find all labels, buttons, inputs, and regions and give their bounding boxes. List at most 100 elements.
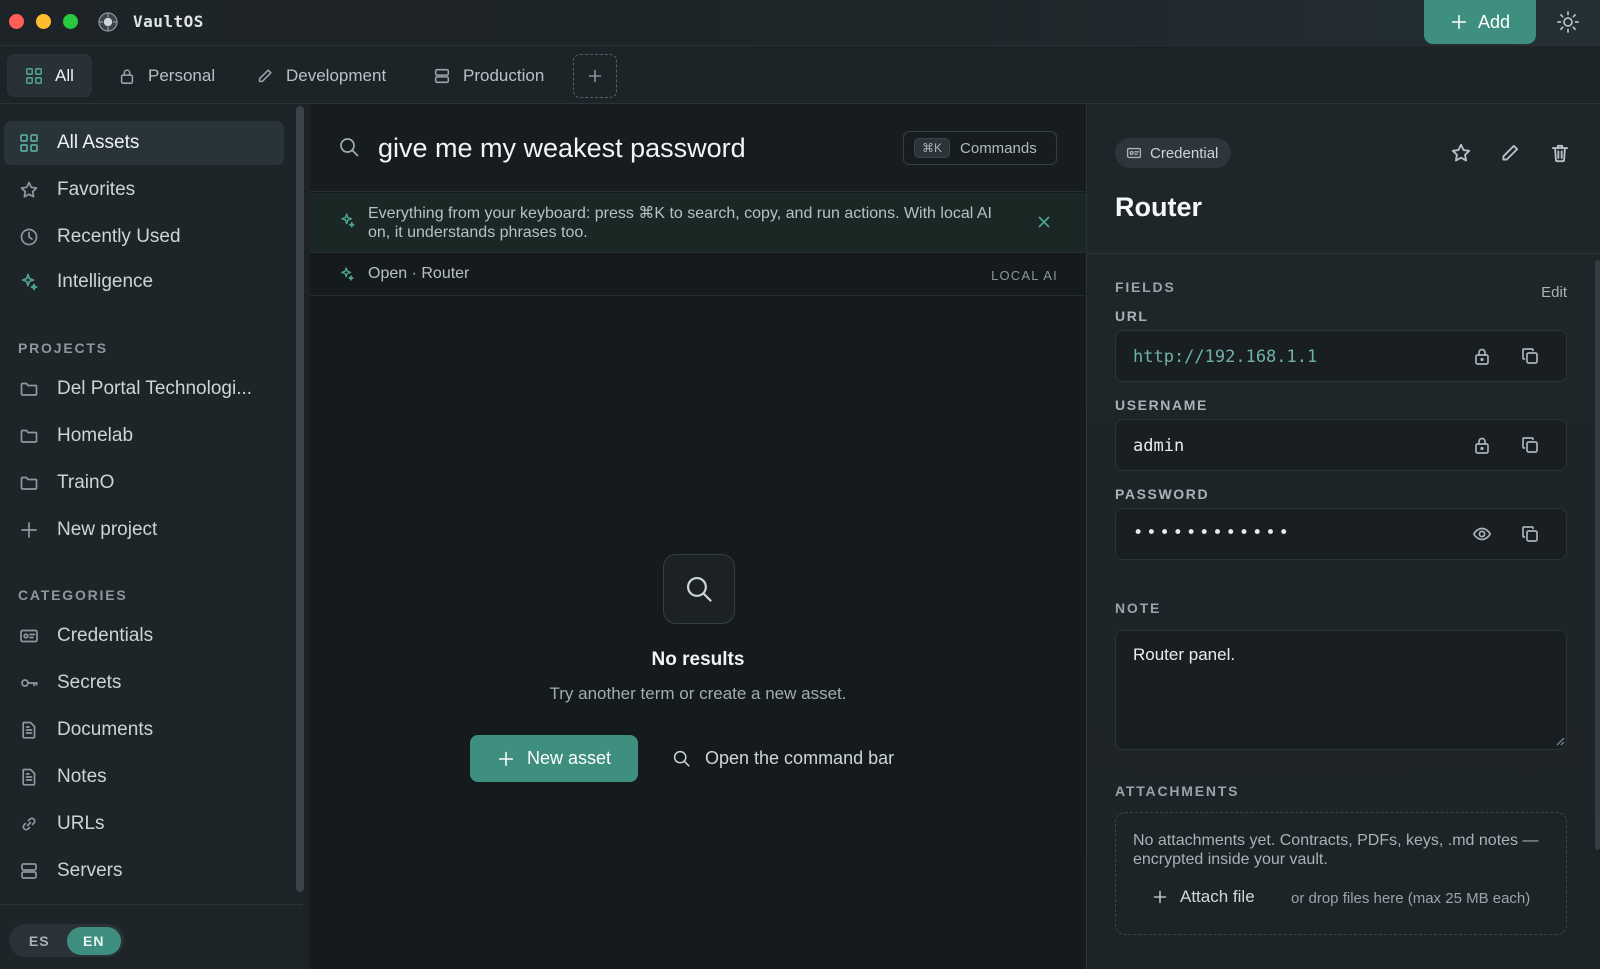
username-field[interactable]: admin	[1115, 419, 1567, 471]
plus-icon	[498, 751, 514, 766]
grid-icon	[26, 67, 42, 84]
close-icon[interactable]	[1036, 214, 1052, 230]
type-label: Credential	[1150, 144, 1219, 162]
resize-handle-icon[interactable]	[1556, 737, 1565, 746]
zoom-window-button[interactable]	[63, 14, 78, 29]
sidebar-item-recently-used[interactable]: Recently Used	[4, 215, 284, 259]
new-asset-label: New asset	[526, 748, 612, 768]
sidebar-item-project[interactable]: Homelab	[4, 414, 284, 458]
sidebar-item-servers[interactable]: Servers	[4, 849, 284, 893]
password-field[interactable]: ••••••••••••	[1115, 508, 1567, 560]
detail-scrollbar[interactable]	[1595, 260, 1600, 850]
tab-label: All	[55, 65, 74, 85]
sidebar-item-credentials[interactable]: Credentials	[4, 614, 284, 658]
app-title: VaultOS	[133, 12, 204, 31]
copy-icon[interactable]	[1520, 346, 1540, 366]
sidebar-item-all-assets[interactable]: All Assets	[4, 121, 284, 165]
search-input[interactable]	[378, 126, 878, 170]
local-ai-tag: LOCAL AI	[991, 268, 1058, 283]
tab-personal[interactable]: Personal	[100, 54, 233, 97]
sidebar-item-label: Del Portal Technologi...	[57, 378, 253, 399]
sidebar-item-label: URLs	[57, 813, 105, 834]
field-label: URL	[1115, 308, 1149, 324]
sun-icon[interactable]	[1556, 10, 1580, 34]
search-panel: ⌘K Commands Everything from your keyboar…	[310, 104, 1086, 969]
tab-label: Development	[286, 65, 387, 85]
url-field[interactable]: http://192.168.1.1	[1115, 330, 1567, 382]
attach-hint: or drop files here (max 25 MB each)	[1291, 890, 1531, 907]
sidebar-item-documents[interactable]: Documents	[4, 708, 284, 752]
sidebar-item-label: Servers	[57, 860, 123, 881]
copy-icon[interactable]	[1520, 435, 1540, 455]
minimize-window-button[interactable]	[36, 14, 51, 29]
sparkle-icon	[339, 266, 355, 282]
server-icon	[434, 68, 450, 83]
sidebar-item-intelligence[interactable]: Intelligence	[4, 260, 284, 304]
divider	[0, 904, 303, 905]
plus-icon	[1451, 14, 1467, 30]
tab-production[interactable]: Production	[415, 54, 562, 97]
sidebar-item-notes[interactable]: Notes	[4, 755, 284, 799]
field-label: USERNAME	[1115, 397, 1208, 413]
empty-state-title: No results	[651, 649, 745, 670]
sidebar: All Assets Favorites Recently Used Intel…	[0, 104, 304, 969]
add-button[interactable]: Add	[1424, 0, 1536, 44]
language-en[interactable]: EN	[66, 926, 121, 955]
copy-icon[interactable]	[1520, 524, 1540, 544]
lock-icon[interactable]	[1472, 435, 1492, 455]
search-icon	[338, 136, 360, 158]
star-icon	[20, 181, 38, 198]
sidebar-item-label: Favorites	[57, 179, 136, 200]
lock-icon	[120, 68, 134, 84]
title-bar: VaultOS Add	[0, 0, 1600, 46]
commands-label: Commands	[960, 139, 1037, 157]
plus-icon	[588, 69, 602, 83]
sidebar-scrollbar[interactable]	[296, 106, 304, 892]
sidebar-item-label: TrainO	[57, 472, 115, 493]
clock-icon	[20, 228, 38, 246]
shortcut-badge: ⌘K	[914, 138, 951, 158]
tab-all[interactable]: All	[7, 54, 92, 97]
username-value[interactable]: admin	[1133, 436, 1184, 456]
sidebar-item-label: All Assets	[57, 132, 140, 153]
close-window-button[interactable]	[9, 14, 24, 29]
vault-logo-icon	[96, 10, 120, 34]
commands-button[interactable]: ⌘K Commands	[903, 131, 1057, 165]
favorite-star-icon[interactable]	[1450, 142, 1472, 164]
language-toggle[interactable]: ES EN	[9, 924, 124, 957]
new-asset-button[interactable]: New asset	[470, 735, 638, 782]
language-es[interactable]: ES	[12, 927, 67, 955]
sidebar-item-urls[interactable]: URLs	[4, 802, 284, 846]
link-icon	[22, 817, 36, 831]
new-project-label: New project	[57, 519, 158, 540]
url-value[interactable]: http://192.168.1.1	[1133, 347, 1317, 367]
empty-state-subtitle: Try another term or create a new asset.	[549, 684, 847, 703]
field-label: PASSWORD	[1115, 486, 1210, 502]
open-command-label: Open the command bar	[705, 748, 895, 768]
sidebar-item-project[interactable]: TrainO	[4, 461, 284, 505]
note-textarea[interactable]: Router panel.	[1115, 630, 1567, 750]
edit-pencil-icon[interactable]	[1499, 142, 1521, 164]
new-project-button[interactable]: New project	[4, 508, 284, 552]
lock-icon[interactable]	[1472, 346, 1492, 366]
sparkle-icon	[21, 273, 38, 291]
eye-icon[interactable]	[1472, 524, 1492, 544]
asset-detail-panel: Credential Router FIELDS Edit URL http:/…	[1086, 104, 1600, 969]
empty-search-icon	[663, 554, 735, 624]
folder-icon	[20, 476, 38, 490]
fields-heading: FIELDS	[1115, 279, 1176, 295]
sidebar-item-secrets[interactable]: Secrets	[4, 661, 284, 705]
sidebar-item-project[interactable]: Del Portal Technologi...	[4, 367, 284, 411]
trash-icon[interactable]	[1549, 142, 1571, 164]
password-value[interactable]: ••••••••••••	[1133, 523, 1292, 543]
tab-development[interactable]: Development	[238, 54, 404, 97]
ai-suggestion-row[interactable]: Open · Router LOCAL AI	[310, 254, 1086, 296]
server-icon	[21, 863, 37, 879]
search-bar: ⌘K Commands	[310, 104, 1086, 192]
add-tab-button[interactable]	[573, 54, 617, 98]
attach-file-button[interactable]: Attach file	[1152, 887, 1255, 907]
attachment-dropzone[interactable]: No attachments yet. Contracts, PDFs, key…	[1115, 812, 1567, 935]
fields-edit-link[interactable]: Edit	[1541, 284, 1567, 301]
sidebar-item-favorites[interactable]: Favorites	[4, 168, 284, 212]
open-command-bar-button[interactable]: Open the command bar	[672, 735, 894, 782]
